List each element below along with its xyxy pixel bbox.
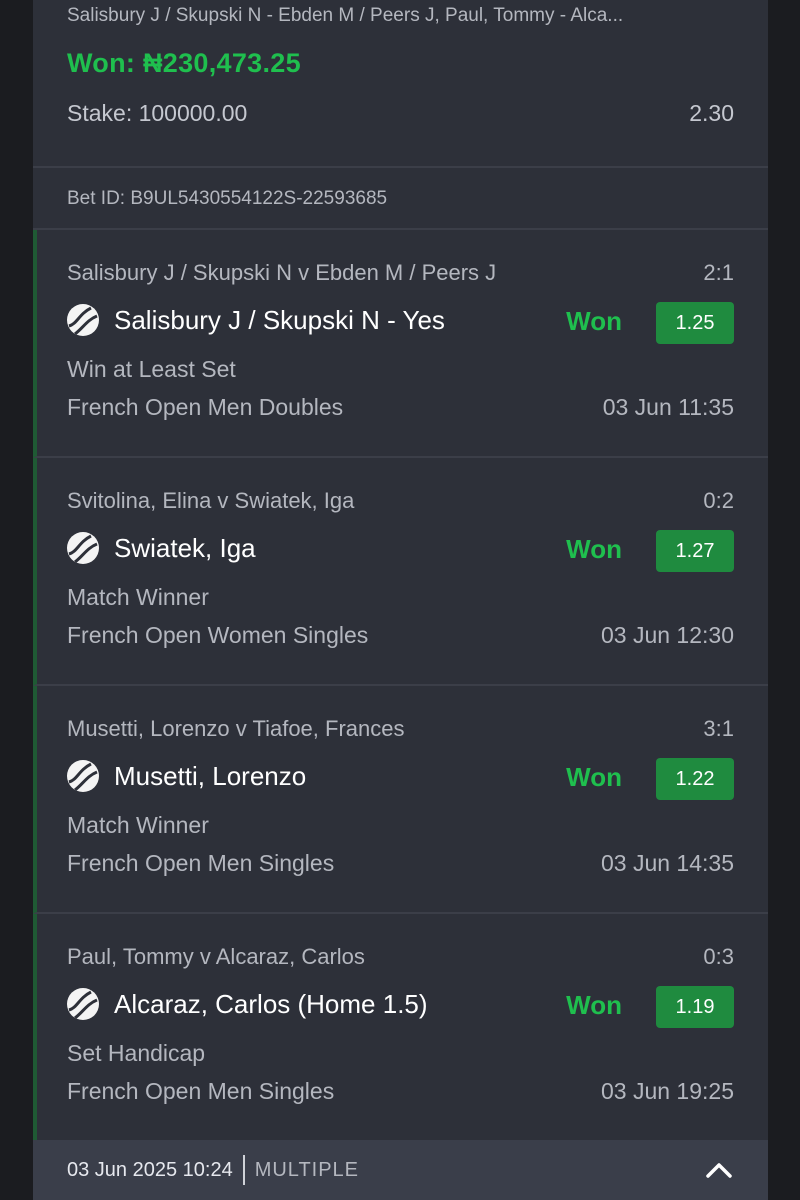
pick-label: Alcaraz, Carlos (Home 1.5) <box>114 988 428 1019</box>
bet-description: Salisbury J / Skupski N - Ebden M / Peer… <box>67 5 624 26</box>
selection-pick: Swiatek, Iga <box>67 532 256 564</box>
selection-row[interactable]: Salisbury J / Skupski N v Ebden M / Peer… <box>33 230 768 458</box>
odd-badge: 1.25 <box>656 302 734 344</box>
bet-datetime: 03 Jun 2025 10:24 <box>67 1158 233 1181</box>
status-label: Won <box>566 990 622 1020</box>
match-name: Salisbury J / Skupski N v Ebden M / Peer… <box>67 260 497 285</box>
match-name: Svitolina, Elina v Swiatek, Iga <box>67 488 355 513</box>
match-score: 2:1 <box>703 260 734 285</box>
bet-card: Salisbury J / Skupski N - Ebden M / Peer… <box>33 0 768 1200</box>
selection-pick: Salisbury J / Skupski N - Yes <box>67 304 445 336</box>
odd-badge: 1.22 <box>656 758 734 800</box>
match-time: 03 Jun 19:25 <box>600 1078 734 1104</box>
status-label: Won <box>566 762 622 792</box>
match-score: 0:3 <box>703 944 734 969</box>
won-amount: Won: ₦230,473.25 <box>67 48 301 78</box>
match-time: 03 Jun 12:30 <box>600 622 734 648</box>
match-name: Paul, Tommy v Alcaraz, Carlos <box>67 944 365 969</box>
tennis-ball-icon <box>67 760 99 792</box>
stake-amount: Stake: 100000.00 <box>67 100 248 126</box>
match-time: 03 Jun 14:35 <box>600 850 734 876</box>
pick-label: Musetti, Lorenzo <box>114 760 307 791</box>
selection-pick: Alcaraz, Carlos (Home 1.5) <box>67 988 428 1020</box>
market-name: Match Winner <box>67 812 209 838</box>
market-name: Match Winner <box>67 584 209 610</box>
competition-name: French Open Women Singles <box>67 622 369 648</box>
bet-type: MULTIPLE <box>254 1158 360 1181</box>
status-label: Won <box>566 534 622 564</box>
match-score: 3:1 <box>703 716 734 741</box>
odd-badge: 1.19 <box>656 986 734 1028</box>
market-name: Win at Least Set <box>67 356 236 382</box>
chevron-up-icon[interactable] <box>704 1155 734 1185</box>
bet-footer: 03 Jun 2025 10:24 MULTIPLE <box>33 1140 768 1200</box>
bet-summary: Salisbury J / Skupski N - Ebden M / Peer… <box>33 0 768 166</box>
selection-row[interactable]: Musetti, Lorenzo v Tiafoe, Frances 3:1 M… <box>33 686 768 914</box>
bet-id: Bet ID: B9UL5430554122S-22593685 <box>33 168 768 230</box>
odd-badge: 1.27 <box>656 530 734 572</box>
tennis-ball-icon <box>67 304 99 336</box>
selection-row[interactable]: Paul, Tommy v Alcaraz, Carlos 0:3 Alcara… <box>33 914 768 1142</box>
competition-name: French Open Men Doubles <box>67 394 344 420</box>
competition-name: French Open Men Singles <box>67 1078 335 1104</box>
match-name: Musetti, Lorenzo v Tiafoe, Frances <box>67 716 405 741</box>
tennis-ball-icon <box>67 988 99 1020</box>
competition-name: French Open Men Singles <box>67 850 335 876</box>
pick-label: Salisbury J / Skupski N - Yes <box>114 304 445 335</box>
market-name: Set Handicap <box>67 1040 206 1066</box>
status-label: Won <box>566 306 622 336</box>
tennis-ball-icon <box>67 532 99 564</box>
selection-pick: Musetti, Lorenzo <box>67 760 306 792</box>
pick-label: Swiatek, Iga <box>114 532 256 563</box>
match-time: 03 Jun 11:35 <box>602 394 734 420</box>
selection-row[interactable]: Svitolina, Elina v Swiatek, Iga 0:2 Swia… <box>33 458 768 686</box>
divider <box>242 1155 245 1185</box>
total-odds: 2.30 <box>689 100 734 126</box>
match-score: 0:2 <box>703 488 734 513</box>
